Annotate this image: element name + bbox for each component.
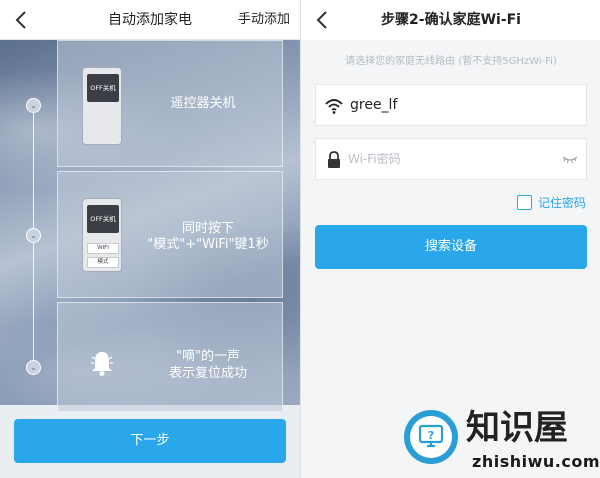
chevron-left-icon [316,11,327,29]
remote-mode-button: 模式 [87,257,119,268]
back-button[interactable] [10,8,32,32]
page-title: 步骤2-确认家庭Wi-Fi [381,12,521,28]
manual-add-link[interactable]: 手动添加 [238,0,290,40]
password-field[interactable] [315,138,587,180]
router-hint: 请选择您的家庭无线路由 (暂不支持5GHzWi-Fi) [345,56,557,67]
remember-password[interactable]: 记住密码 [516,193,586,211]
watermark-domain: zhishiwu.com [472,452,600,471]
eye-closed-icon[interactable] [562,152,578,166]
step-node-3: ⌄ [26,360,41,375]
ssid-value: gree_lf [350,97,398,113]
step-node-2: ⌄ [26,228,41,243]
remote-illustration: OFF关机 WIFI 模式 [82,198,122,272]
remote-wifi-button: WIFI [87,243,119,254]
watermark-brand: 知识屋 [466,408,568,448]
header-bar: 步骤2-确认家庭Wi-Fi [301,0,600,40]
remember-label[interactable]: 记住密码 [538,194,586,211]
step-card-1: OFF关机 遥控器关机 [57,40,283,167]
chevron-left-icon [15,11,26,29]
auto-add-screen: 自动添加家电 手动添加 ⌄ ⌄ ⌄ OFF关机 遥控器关机 OFF关机 WIFI… [0,0,300,478]
step-card-2: OFF关机 WIFI 模式 同时按下 "模式"+"WiFi"键1秒 [57,171,283,298]
watermark-logo-icon: ? [404,410,458,464]
remember-checkbox[interactable] [516,194,532,210]
ssid-field[interactable]: gree_lf [315,84,587,126]
remote-illustration: OFF关机 [82,67,122,145]
step-3-text-line1: "嘀"的一声 [176,349,240,364]
back-button[interactable] [311,8,333,32]
step-2-text-line2: "模式"+"WiFi"键1秒 [147,237,269,252]
step-1-text: 遥控器关机 [170,96,236,111]
search-device-button[interactable]: 搜索设备 [315,225,587,269]
page-title: 自动添加家电 [108,12,192,28]
bell-icon [91,352,113,376]
step-node-1: ⌄ [26,98,41,113]
next-step-button[interactable]: 下一步 [14,419,286,463]
confirm-wifi-screen: 步骤2-确认家庭Wi-Fi 请选择您的家庭无线路由 (暂不支持5GHzWi-Fi… [300,0,600,478]
header-bar: 自动添加家电 手动添加 [0,0,300,40]
wifi-icon [325,99,343,114]
remote-screen: OFF关机 [87,74,119,102]
lock-icon [328,151,340,168]
step-3-text-line2: 表示复位成功 [168,366,247,381]
password-input[interactable] [348,145,548,173]
remote-screen: OFF关机 [87,205,119,233]
svg-text:?: ? [428,429,434,442]
